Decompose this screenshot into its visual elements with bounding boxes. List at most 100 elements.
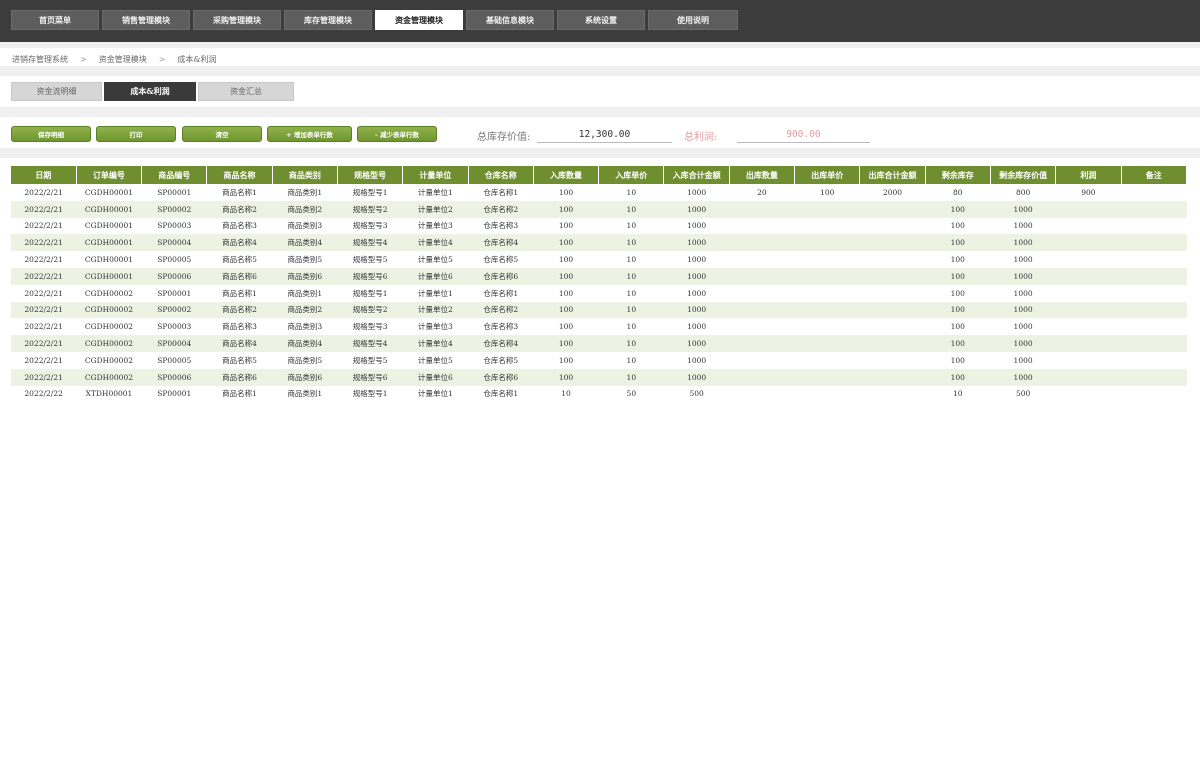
table-cell[interactable]: 1000 <box>990 251 1056 268</box>
nav-purchase-module[interactable]: 采购管理模块 <box>193 10 281 30</box>
table-cell[interactable]: 规格型号6 <box>337 267 403 285</box>
table-cell[interactable] <box>859 251 926 268</box>
table-cell[interactable]: 1000 <box>990 267 1056 285</box>
table-cell[interactable]: 规格型号4 <box>337 234 403 252</box>
table-cell[interactable]: 20 <box>729 184 795 201</box>
table-cell[interactable]: 计量单位5 <box>402 351 469 369</box>
table-cell[interactable]: 商品类别2 <box>272 301 338 319</box>
table-cell[interactable]: 2022/2/21 <box>11 368 77 386</box>
table-cell[interactable]: 商品类别1 <box>272 385 338 403</box>
table-cell[interactable] <box>794 318 860 336</box>
table-cell[interactable]: 100 <box>533 200 599 218</box>
table-row[interactable]: 2022/2/21 CGDH00002 SP00005 商品名称5 商品类别5 规格型号5… <box>11 351 1187 369</box>
table-cell[interactable] <box>1121 335 1187 352</box>
breadcrumb-module[interactable]: 资金管理模块 <box>99 54 147 65</box>
table-cell[interactable]: 仓库名称1 <box>468 184 534 201</box>
remove-rows-button[interactable]: - 减少表单行数 <box>357 126 437 142</box>
table-cell[interactable]: 100 <box>925 217 991 235</box>
table-row[interactable]: 2022/2/21 CGDH00002 SP00003 商品名称3 商品类别3 规格型号3… <box>11 318 1187 336</box>
table-row[interactable]: 2022/2/21 CGDH00002 SP00002 商品名称2 商品类别2 规格型号2… <box>11 301 1187 319</box>
table-cell[interactable]: CGDH00001 <box>76 200 142 218</box>
table-cell[interactable] <box>1055 335 1122 352</box>
table-cell[interactable]: 商品名称1 <box>206 385 273 403</box>
table-cell[interactable]: 100 <box>533 335 599 352</box>
table-cell[interactable]: 2022/2/21 <box>11 234 77 252</box>
table-cell[interactable] <box>729 217 795 235</box>
table-cell[interactable]: 商品类别1 <box>272 184 338 201</box>
table-cell[interactable]: 仓库名称5 <box>468 251 534 268</box>
table-row[interactable]: 2022/2/21 CGDH00002 SP00004 商品名称4 商品类别4 规格型号4… <box>11 335 1187 352</box>
table-cell[interactable]: 计量单位6 <box>402 267 469 285</box>
table-cell[interactable]: 商品类别3 <box>272 217 338 235</box>
table-cell[interactable]: 10 <box>598 335 664 352</box>
table-cell[interactable] <box>859 335 926 352</box>
table-cell[interactable]: 商品类别3 <box>272 318 338 336</box>
table-cell[interactable]: 商品名称4 <box>206 335 273 352</box>
table-cell[interactable]: 900 <box>1055 184 1122 201</box>
table-cell[interactable] <box>859 234 926 252</box>
table-cell[interactable] <box>1121 318 1187 336</box>
nav-sales-module[interactable]: 销售管理模块 <box>102 10 190 30</box>
table-cell[interactable]: 1000 <box>663 301 730 319</box>
table-cell[interactable]: 1000 <box>663 200 730 218</box>
table-cell[interactable]: 10 <box>598 234 664 252</box>
table-cell[interactable]: 商品名称6 <box>206 368 273 386</box>
table-cell[interactable]: CGDH00002 <box>76 335 142 352</box>
table-cell[interactable]: 100 <box>925 351 991 369</box>
table-cell[interactable]: 商品类别6 <box>272 267 338 285</box>
table-cell[interactable]: SP00005 <box>141 351 207 369</box>
table-cell[interactable]: 计量单位4 <box>402 234 469 252</box>
table-cell[interactable]: 50 <box>598 385 664 403</box>
table-cell[interactable] <box>1055 267 1122 285</box>
table-cell[interactable]: 1000 <box>663 234 730 252</box>
table-cell[interactable]: SP00001 <box>141 385 207 403</box>
table-cell[interactable]: 1000 <box>990 301 1056 319</box>
table-row[interactable]: 2022/2/22 XTDH00001 SP00001 商品名称1 商品类别1 规格型号1… <box>11 385 1187 403</box>
table-cell[interactable]: 100 <box>533 351 599 369</box>
table-cell[interactable]: 规格型号4 <box>337 335 403 352</box>
table-cell[interactable]: 10 <box>598 368 664 386</box>
table-cell[interactable] <box>1121 200 1187 218</box>
table-cell[interactable] <box>1055 200 1122 218</box>
table-cell[interactable]: 规格型号1 <box>337 184 403 201</box>
table-cell[interactable]: 2022/2/22 <box>11 385 77 403</box>
table-cell[interactable]: 仓库名称2 <box>468 200 534 218</box>
table-cell[interactable]: 10 <box>598 267 664 285</box>
table-cell[interactable]: 80 <box>925 184 991 201</box>
table-cell[interactable] <box>859 351 926 369</box>
table-cell[interactable]: 规格型号2 <box>337 301 403 319</box>
table-cell[interactable] <box>794 284 860 302</box>
table-cell[interactable]: CGDH00002 <box>76 351 142 369</box>
table-cell[interactable]: SP00004 <box>141 335 207 352</box>
table-row[interactable]: 2022/2/21 CGDH00001 SP00004 商品名称4 商品类别4 规格型号4… <box>11 234 1187 252</box>
table-cell[interactable]: SP00006 <box>141 368 207 386</box>
table-cell[interactable]: 10 <box>925 385 991 403</box>
table-cell[interactable]: 仓库名称5 <box>468 351 534 369</box>
tab-funds-flow-detail[interactable]: 资金流明细 <box>11 82 102 101</box>
table-cell[interactable] <box>729 335 795 352</box>
table-cell[interactable]: 100 <box>533 318 599 336</box>
table-cell[interactable] <box>859 318 926 336</box>
table-row[interactable]: 2022/2/21 CGDH00001 SP00006 商品名称6 商品类别6 规格型号6… <box>11 267 1187 285</box>
table-cell[interactable]: 商品名称3 <box>206 217 273 235</box>
table-cell[interactable]: 100 <box>925 267 991 285</box>
table-cell[interactable]: 商品类别4 <box>272 234 338 252</box>
table-cell[interactable] <box>794 351 860 369</box>
table-cell[interactable] <box>729 284 795 302</box>
table-cell[interactable] <box>1055 385 1122 403</box>
table-cell[interactable]: 规格型号1 <box>337 385 403 403</box>
save-detail-button[interactable]: 保存明细 <box>11 126 91 142</box>
table-row[interactable]: 2022/2/21 CGDH00002 SP00001 商品名称1 商品类别1 规格型号1… <box>11 284 1187 302</box>
table-cell[interactable]: CGDH00002 <box>76 318 142 336</box>
table-cell[interactable]: CGDH00002 <box>76 284 142 302</box>
table-cell[interactable]: 2022/2/21 <box>11 284 77 302</box>
table-cell[interactable] <box>1055 318 1122 336</box>
table-cell[interactable]: 商品类别4 <box>272 335 338 352</box>
table-cell[interactable] <box>729 251 795 268</box>
table-cell[interactable]: 仓库名称1 <box>468 385 534 403</box>
table-cell[interactable]: 10 <box>598 184 664 201</box>
table-cell[interactable]: 2022/2/21 <box>11 335 77 352</box>
table-cell[interactable]: 商品名称5 <box>206 351 273 369</box>
table-cell[interactable]: 100 <box>533 267 599 285</box>
table-cell[interactable] <box>1121 234 1187 252</box>
